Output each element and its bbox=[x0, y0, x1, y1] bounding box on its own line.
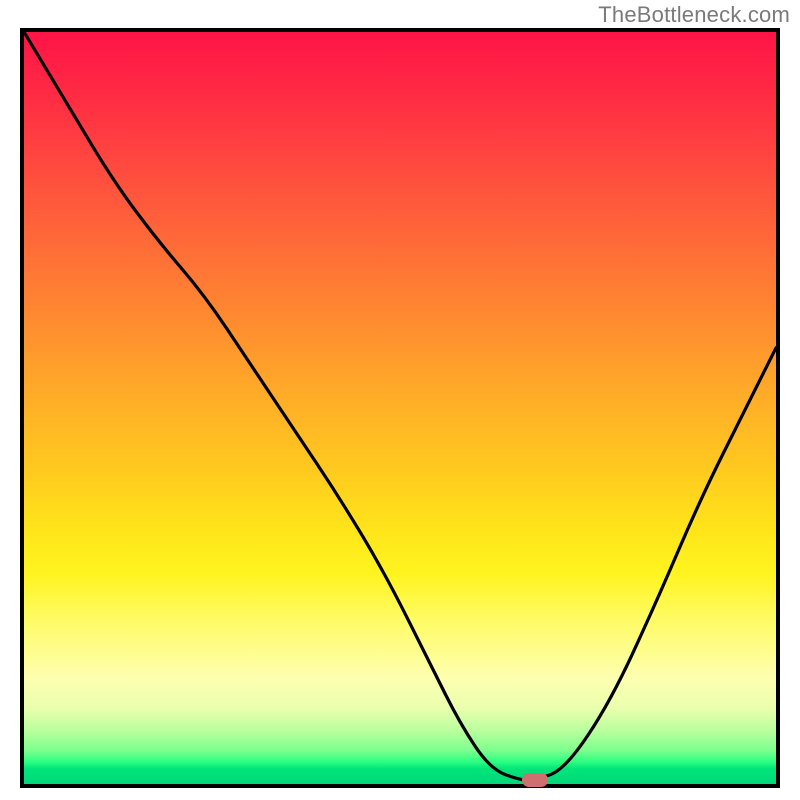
bottleneck-curve bbox=[24, 32, 776, 784]
plot-frame bbox=[20, 28, 780, 788]
optimal-marker bbox=[522, 773, 548, 787]
watermark-text: TheBottleneck.com bbox=[598, 2, 790, 28]
chart-container: TheBottleneck.com bbox=[0, 0, 800, 800]
